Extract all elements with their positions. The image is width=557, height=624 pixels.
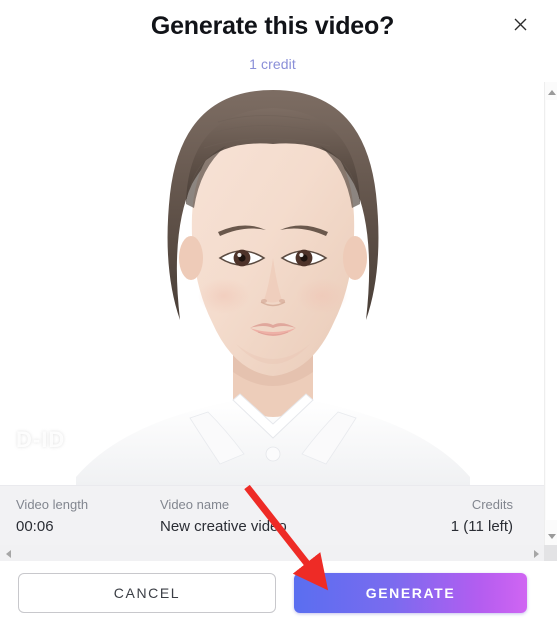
meta-value: New creative video [160, 518, 287, 535]
dialog-footer: CANCEL GENERATE [0, 561, 545, 624]
dialog-header: Generate this video? 1 credit [0, 0, 545, 82]
credit-cost-note: 1 credit [249, 56, 296, 72]
meta-value: 1 (11 left) [450, 518, 513, 535]
meta-credits: Credits 1 (11 left) [451, 497, 513, 535]
generate-button[interactable]: GENERATE [294, 572, 527, 613]
meta-video-length: Video length 00:06 [16, 497, 88, 535]
meta-video-name: Video name New creative video [160, 497, 287, 535]
meta-label: Credits [471, 497, 513, 512]
caret-left-icon[interactable] [6, 550, 11, 558]
video-watermark: D-ID [16, 427, 66, 452]
meta-label: Video length [16, 497, 89, 512]
close-icon[interactable] [509, 13, 531, 35]
meta-label: Video name [160, 497, 230, 512]
caret-right-icon[interactable] [534, 550, 539, 558]
portrait-illustration [57, 82, 488, 485]
horizontal-scrollbar[interactable] [0, 545, 545, 561]
vertical-scrollbar-thumb[interactable] [546, 100, 557, 520]
caret-down-icon[interactable] [548, 534, 556, 539]
caret-up-icon[interactable] [548, 90, 556, 95]
generate-video-dialog: Generate this video? 1 credit D-ID Video… [0, 0, 557, 624]
vertical-scrollbar[interactable] [544, 82, 557, 561]
video-meta-bar: Video length 00:06 Video name New creati… [0, 485, 545, 545]
video-preview-area[interactable]: D-ID [0, 82, 545, 485]
cancel-button[interactable]: CANCEL [18, 572, 276, 613]
meta-value: 00:06 [16, 518, 54, 535]
page-title: Generate this video? [150, 12, 395, 40]
scrollbar-corner [544, 545, 557, 561]
portrait-image: D-ID [0, 82, 545, 485]
